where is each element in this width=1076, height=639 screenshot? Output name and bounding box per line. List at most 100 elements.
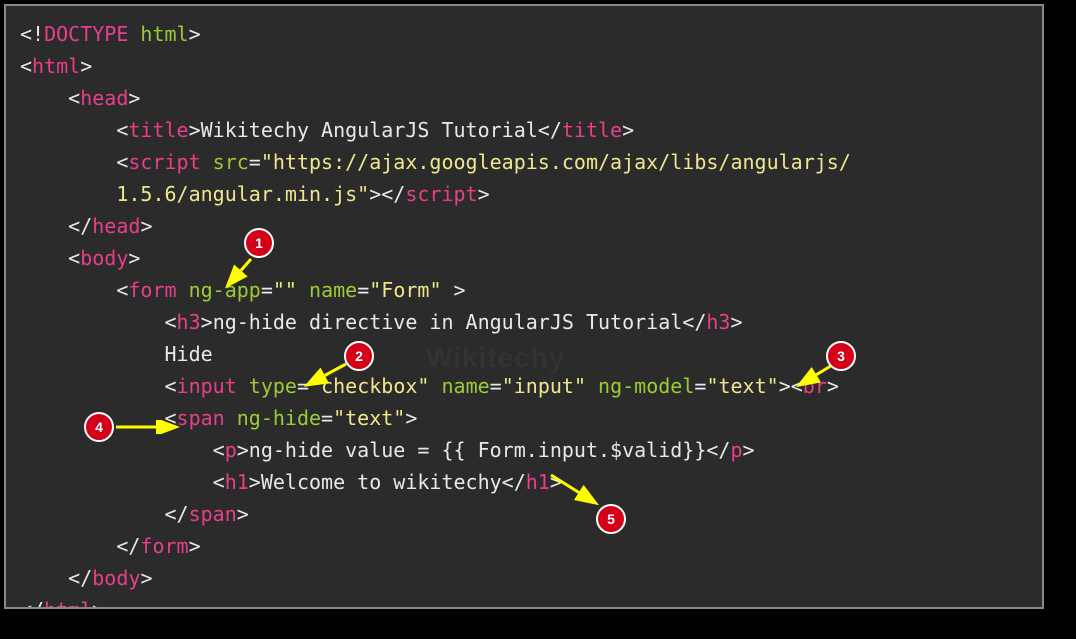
code-punct: >: [201, 310, 213, 334]
code-tag: span: [177, 406, 225, 430]
code-punct: </: [116, 534, 140, 558]
code-txt: ng-hide value = {{ Form.input.$valid}}: [249, 438, 707, 462]
annotation-badge-4: 4: [84, 412, 114, 442]
code-punct: >: [405, 406, 417, 430]
code-punct: <: [165, 374, 177, 398]
annotation-badge-3: 3: [826, 341, 856, 371]
code-str: "checkbox": [309, 374, 429, 398]
code-punct: <: [68, 246, 80, 270]
code-punct: >: [237, 502, 249, 526]
code-tag: br: [803, 374, 827, 398]
code-tag: body: [80, 246, 128, 270]
code-tag: title: [562, 118, 622, 142]
code-punct: >: [189, 118, 201, 142]
code-tag: p: [730, 438, 742, 462]
code-attr: name: [297, 278, 357, 302]
code-str: "https://ajax.googleapis.com/ajax/libs/a…: [261, 150, 851, 174]
code-punct: <: [165, 310, 177, 334]
code-txt: Hide: [165, 342, 213, 366]
code-attr: src: [201, 150, 249, 174]
code-punct: >: [140, 214, 152, 238]
code-punct: ></: [369, 182, 405, 206]
code-punct: >: [249, 470, 261, 494]
code-txt: ng-hide directive in AngularJS Tutorial: [213, 310, 683, 334]
code-punct: >: [92, 598, 104, 609]
code-punct: >: [730, 310, 742, 334]
code-tag: form: [128, 278, 176, 302]
code-tag: html: [44, 598, 92, 609]
code-punct: </: [165, 502, 189, 526]
code-tag: script: [128, 150, 200, 174]
code-tag: h1: [526, 470, 550, 494]
code-punct: <: [213, 438, 225, 462]
code-punct: >: [80, 54, 92, 78]
code-punct: </: [682, 310, 706, 334]
code-punct: <: [165, 406, 177, 430]
code-tag: head: [92, 214, 140, 238]
code-tag: p: [225, 438, 237, 462]
code-punct: <: [116, 150, 128, 174]
code-punct: >: [128, 246, 140, 270]
code-punct: =: [694, 374, 706, 398]
code-punct: <: [68, 86, 80, 110]
code-punct: <!: [20, 22, 44, 46]
code-attr: type: [237, 374, 297, 398]
code-punct: =: [357, 278, 369, 302]
code-punct: >: [743, 438, 755, 462]
code-editor: Wikitechy <!DOCTYPE html> <html> <head> …: [4, 4, 1044, 609]
code-tag: h3: [177, 310, 201, 334]
code-block: <!DOCTYPE html> <html> <head> <title>Wik…: [20, 18, 1028, 609]
watermark: Wikitechy: [426, 336, 565, 381]
code-attr: ng-model: [586, 374, 694, 398]
code-tag: html: [32, 54, 80, 78]
code-punct: >: [140, 566, 152, 590]
code-punct: >: [622, 118, 634, 142]
code-txt: Wikitechy AngularJS Tutorial: [201, 118, 538, 142]
code-punct: <: [116, 118, 128, 142]
code-punct: </: [538, 118, 562, 142]
code-tag: input: [177, 374, 237, 398]
code-attr: ng-app: [177, 278, 261, 302]
code-tag: h3: [706, 310, 730, 334]
code-punct: ><: [779, 374, 803, 398]
code-str: "Form": [369, 278, 441, 302]
code-str: "": [273, 278, 297, 302]
code-punct: </: [68, 566, 92, 590]
code-punct: >: [189, 22, 201, 46]
code-txt: html: [128, 22, 188, 46]
code-punct: >: [442, 278, 466, 302]
code-punct: >: [189, 534, 201, 558]
code-str: "text": [333, 406, 405, 430]
code-punct: >: [827, 374, 839, 398]
code-punct: </: [706, 438, 730, 462]
code-tag: title: [128, 118, 188, 142]
code-tag: form: [140, 534, 188, 558]
annotation-badge-2: 2: [344, 341, 374, 371]
code-punct: </: [20, 598, 44, 609]
code-tag: head: [80, 86, 128, 110]
code-tag: script: [405, 182, 477, 206]
code-punct: <: [20, 54, 32, 78]
code-punct: >: [128, 86, 140, 110]
code-tag: body: [92, 566, 140, 590]
code-punct: <: [213, 470, 225, 494]
code-punct: </: [502, 470, 526, 494]
code-txt: Welcome to wikitechy: [261, 470, 502, 494]
code-punct: >: [237, 438, 249, 462]
code-tag: span: [189, 502, 237, 526]
code-doctype: DOCTYPE: [44, 22, 128, 46]
code-tag: h1: [225, 470, 249, 494]
code-str: "text": [706, 374, 778, 398]
annotation-badge-1: 1: [244, 228, 274, 258]
annotation-badge-5: 5: [596, 504, 626, 534]
code-punct: =: [261, 278, 273, 302]
code-punct: <: [116, 278, 128, 302]
code-punct: =: [321, 406, 333, 430]
code-punct: >: [550, 470, 562, 494]
code-attr: ng-hide: [225, 406, 321, 430]
code-punct: >: [478, 182, 490, 206]
code-punct: =: [249, 150, 261, 174]
code-str: 1.5.6/angular.min.js": [116, 182, 369, 206]
code-punct: =: [297, 374, 309, 398]
code-punct: </: [68, 214, 92, 238]
